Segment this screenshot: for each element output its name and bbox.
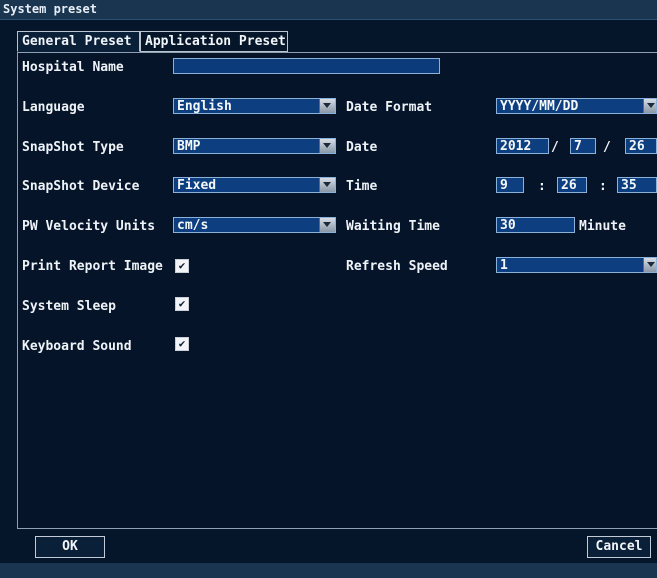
snapshot-type-dropdown[interactable]: BMP — [173, 138, 336, 154]
chevron-down-icon[interactable] — [643, 99, 656, 113]
refresh-speed-label: Refresh Speed — [346, 259, 448, 274]
hospital-name-label: Hospital Name — [22, 60, 124, 75]
chevron-down-icon[interactable] — [319, 218, 335, 232]
ok-button[interactable]: OK — [35, 536, 105, 558]
language-dropdown[interactable]: English — [173, 98, 336, 114]
snapshot-device-value: Fixed — [177, 178, 217, 193]
chevron-down-icon[interactable] — [319, 178, 335, 192]
tab-general-preset[interactable]: General Preset — [17, 31, 140, 52]
snapshot-device-dropdown[interactable]: Fixed — [173, 177, 336, 193]
date-day-field[interactable]: 26 — [625, 138, 657, 154]
waiting-time-unit: Minute — [579, 219, 626, 234]
keyboard-sound-checkbox[interactable]: ✔ — [175, 337, 189, 351]
print-report-checkbox[interactable]: ✔ — [175, 259, 189, 273]
tab-application-preset[interactable]: Application Preset — [140, 31, 288, 52]
waiting-time-field[interactable]: 30 — [496, 217, 575, 233]
cancel-button[interactable]: Cancel — [587, 536, 651, 558]
window-title: System preset — [3, 2, 97, 16]
hospital-name-field[interactable] — [173, 58, 440, 74]
keyboard-sound-label: Keyboard Sound — [22, 339, 132, 354]
refresh-speed-dropdown[interactable]: 1 — [496, 257, 657, 273]
date-label: Date — [346, 140, 378, 155]
time-minute-field[interactable]: 26 — [557, 177, 587, 193]
pw-velocity-dropdown[interactable]: cm/s — [173, 217, 336, 233]
date-format-label: Date Format — [346, 100, 433, 115]
waiting-time-label: Waiting Time — [346, 219, 440, 234]
date-year-field[interactable]: 2012 — [496, 138, 549, 154]
refresh-speed-value: 1 — [500, 258, 508, 273]
time-second-field[interactable]: 35 — [617, 177, 657, 193]
time-label: Time — [346, 179, 378, 194]
time-separator: : — [538, 179, 546, 194]
date-format-dropdown[interactable]: YYYY/MM/DD — [496, 98, 657, 114]
snapshot-device-label: SnapShot Device — [22, 179, 140, 194]
chevron-down-icon[interactable] — [319, 99, 335, 113]
settings-panel — [17, 52, 657, 529]
title-bar: System preset — [0, 0, 657, 20]
date-separator: / — [551, 140, 559, 155]
language-label: Language — [22, 100, 85, 115]
time-hour-field[interactable]: 9 — [496, 177, 524, 193]
language-value: English — [177, 99, 232, 114]
system-sleep-label: System Sleep — [22, 299, 116, 314]
bottom-bar — [0, 563, 657, 578]
snapshot-type-label: SnapShot Type — [22, 140, 124, 155]
system-sleep-checkbox[interactable]: ✔ — [175, 297, 189, 311]
time-separator: : — [599, 179, 607, 194]
chevron-down-icon[interactable] — [643, 258, 656, 272]
date-month-field[interactable]: 7 — [570, 138, 596, 154]
date-format-value: YYYY/MM/DD — [500, 99, 579, 114]
date-separator: / — [603, 140, 611, 155]
pw-velocity-label: PW Velocity Units — [22, 219, 156, 234]
pw-velocity-value: cm/s — [177, 218, 209, 233]
snapshot-type-value: BMP — [177, 139, 201, 154]
chevron-down-icon[interactable] — [319, 139, 335, 153]
print-report-label: Print Report Image — [22, 259, 163, 274]
